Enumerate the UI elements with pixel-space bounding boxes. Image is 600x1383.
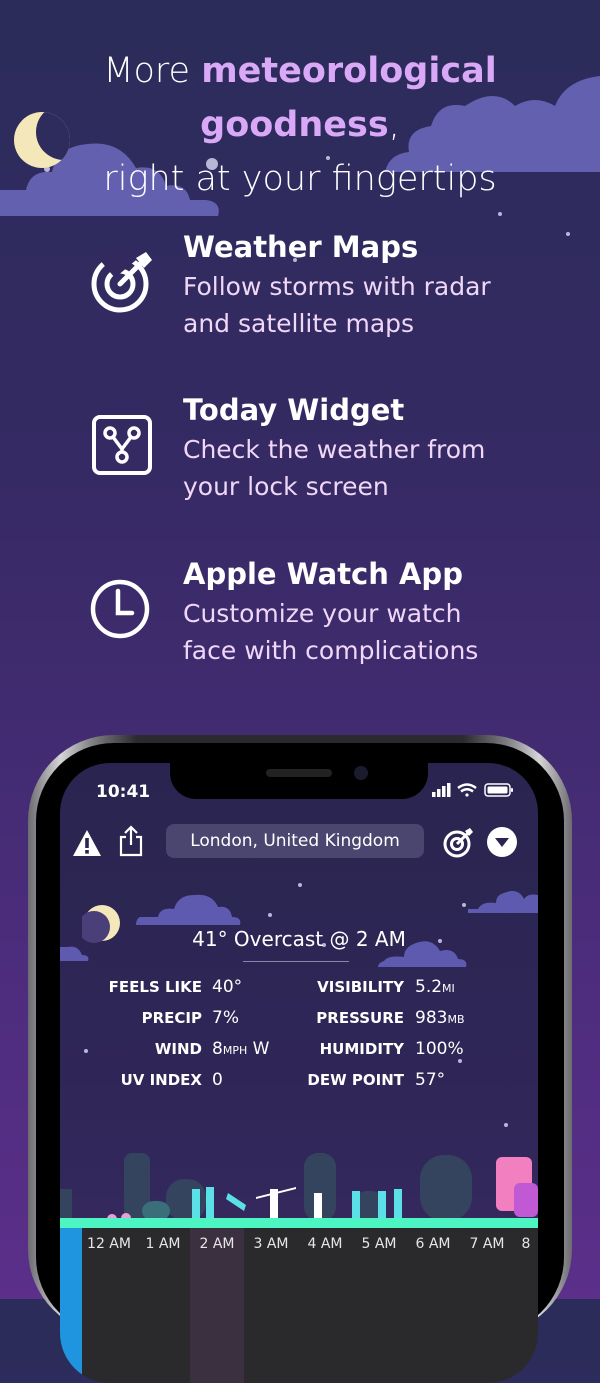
stat-value: 57°: [415, 1070, 446, 1090]
feature-apple-watch: Apple Watch App Customize your watch fac…: [90, 557, 560, 667]
stat-value: 100%: [415, 1039, 464, 1059]
camera: [354, 766, 368, 780]
chevron-down-icon[interactable]: [486, 826, 518, 858]
status-icons: [432, 783, 513, 797]
cloud: [468, 891, 538, 913]
star: [498, 212, 502, 216]
hour-cell[interactable]: 3 AM: [244, 1228, 298, 1383]
feature-desc-line: face with complications: [183, 636, 479, 665]
feature-description: Customize your watch face with complicat…: [183, 595, 563, 669]
star: [462, 903, 466, 907]
clock-icon: [90, 579, 150, 639]
stat-unit: MB: [447, 1013, 465, 1026]
stat-number: 5.2: [415, 977, 443, 997]
hour-cell[interactable]: 7 AM: [460, 1228, 514, 1383]
hour-cell-selected[interactable]: 2 AM: [190, 1228, 244, 1383]
feature-description: Follow storms with radar and satellite m…: [183, 268, 563, 342]
feature-desc-line: Follow storms with radar: [183, 272, 491, 301]
feature-today-widget: Today Widget Check the weather from your…: [90, 393, 560, 503]
location-selector[interactable]: London, United Kingdom: [166, 824, 424, 858]
radar-icon[interactable]: [442, 827, 474, 859]
now-indicator: [60, 1228, 82, 1383]
hour-cell[interactable]: 12 AM: [82, 1228, 136, 1383]
star: [566, 232, 570, 236]
divider: [243, 961, 349, 962]
stat-suffix: W: [247, 1039, 270, 1059]
cloud: [136, 894, 241, 925]
signal-icon: [432, 783, 451, 797]
status-time: 10:41: [96, 782, 151, 802]
star: [298, 883, 302, 887]
star: [458, 1059, 462, 1063]
stat-unit: MPH: [222, 1044, 248, 1057]
star: [504, 1123, 508, 1127]
feature-title: Apple Watch App: [183, 557, 463, 591]
stat-label: VISIBILITY: [317, 978, 404, 996]
stat-number: 983: [415, 1008, 448, 1028]
star: [84, 1049, 88, 1053]
feature-weather-maps: Weather Maps Follow storms with radar an…: [90, 230, 560, 340]
widget-icon: [92, 415, 152, 475]
radar-icon: [91, 250, 154, 313]
headline-suffix: ,: [388, 105, 400, 145]
stat-value: 7%: [212, 1008, 239, 1028]
headline-line2: right at your fingertips: [103, 159, 497, 199]
headline-accent: meteorological goodness: [200, 51, 497, 145]
stat-value: 0: [212, 1070, 223, 1090]
feature-title: Weather Maps: [183, 230, 419, 264]
ground: [60, 1218, 538, 1228]
stat-label: DEW POINT: [307, 1071, 404, 1089]
battery-icon: [484, 783, 513, 797]
stat-number: 8: [212, 1039, 223, 1059]
wifi-icon: [457, 783, 477, 797]
hour-cell[interactable]: 8: [514, 1228, 538, 1383]
phone-screen: 10:41 London, United Kingdom 41° Overcas…: [60, 763, 538, 1383]
feature-desc-line: and satellite maps: [183, 309, 415, 338]
phone-frame: 10:41 London, United Kingdom 41° Overcas…: [28, 735, 572, 1383]
hour-cell[interactable]: 5 AM: [352, 1228, 406, 1383]
hour-cell[interactable]: 4 AM: [298, 1228, 352, 1383]
feature-desc-line: your lock screen: [183, 472, 389, 501]
stat-label: PRESSURE: [316, 1009, 404, 1027]
stat-value: 8MPH W: [212, 1039, 269, 1059]
headline: More meteorological goodness, right at y…: [0, 44, 600, 206]
condition-title: 41° Overcast @ 2 AM: [192, 927, 406, 951]
feature-description: Check the weather from your lock screen: [183, 431, 563, 505]
feature-desc-line: Check the weather from: [183, 435, 486, 464]
hour-cell[interactable]: 6 AM: [406, 1228, 460, 1383]
notch: [170, 763, 428, 799]
star: [268, 913, 272, 917]
feature-desc-line: Customize your watch: [183, 599, 462, 628]
stat-label: UV INDEX: [120, 1071, 202, 1089]
hour-cell[interactable]: 1 AM: [136, 1228, 190, 1383]
stat-label: FEELS LIKE: [108, 978, 202, 996]
stat-unit: MI: [442, 982, 455, 995]
stat-label: WIND: [154, 1040, 202, 1058]
stat-label: PRECIP: [141, 1009, 202, 1027]
warning-icon[interactable]: [72, 829, 102, 857]
headline-prefix: More: [103, 51, 202, 91]
hourly-timeline[interactable]: 12 AM 1 AM 2 AM 3 AM 4 AM 5 AM 6 AM 7 AM…: [60, 1228, 538, 1383]
scenery: [60, 1153, 538, 1221]
stat-value: 5.2MI: [415, 977, 455, 997]
stat-value: 40°: [212, 977, 243, 997]
feature-title: Today Widget: [183, 393, 405, 427]
stat-label: HUMIDITY: [319, 1040, 404, 1058]
speaker: [266, 769, 332, 777]
stat-value: 983MB: [415, 1008, 465, 1028]
share-icon[interactable]: [118, 825, 144, 857]
